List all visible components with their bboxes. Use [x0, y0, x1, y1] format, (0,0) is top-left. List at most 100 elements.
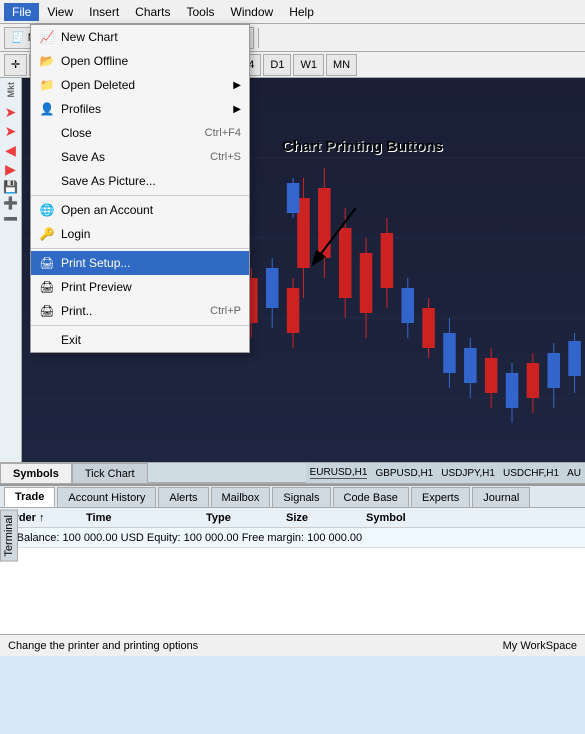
period-d1[interactable]: D1 [263, 54, 291, 76]
profiles-arrow: ▶ [233, 104, 241, 115]
tab-journal[interactable]: Journal [472, 487, 530, 507]
print-label: Print.. [61, 304, 92, 318]
profiles-icon: 👤 [39, 101, 55, 117]
print-setup-icon: 🖨 [39, 255, 55, 271]
crosshair-btn[interactable]: ✛ [4, 54, 27, 76]
status-text-left: Change the printer and printing options [8, 640, 198, 652]
menu-exit[interactable]: Exit [31, 328, 249, 352]
status-text-right: My WorkSpace [503, 640, 577, 652]
menu-save-as-picture[interactable]: Save As Picture... [31, 169, 249, 193]
open-account-icon: 🌐 [39, 202, 55, 218]
bottom-panel: Trade Account History Alerts Mailbox Sig… [0, 484, 585, 634]
arrow-right-icon2[interactable]: ➤ [5, 123, 17, 140]
plus-icon[interactable]: ➕ [3, 196, 18, 210]
open-offline-icon: 📂 [39, 53, 55, 69]
login-label: Login [61, 227, 90, 241]
separator-1 [31, 195, 249, 196]
bottom-tab-bar: Trade Account History Alerts Mailbox Sig… [0, 486, 585, 508]
terminal-label[interactable]: Terminal [0, 510, 18, 562]
menu-print-setup[interactable]: 🖨 Print Setup... [31, 251, 249, 275]
menu-tools[interactable]: Tools [179, 3, 223, 21]
save-icon[interactable]: 💾 [3, 180, 18, 194]
print-icon: 🖨 [39, 303, 55, 319]
col-symbol: Symbol [360, 512, 585, 524]
menu-insert[interactable]: Insert [81, 3, 127, 21]
menu-new-chart[interactable]: 📈 New Chart [31, 25, 249, 49]
symbol-tab-eurusd[interactable]: EURUSD,H1 [310, 467, 368, 479]
menu-help[interactable]: Help [281, 3, 322, 21]
chart-tab-bar: Symbols Tick Chart EURUSD,H1 GBPUSD,H1 U… [0, 462, 585, 484]
menu-file[interactable]: File [4, 3, 39, 21]
open-deleted-arrow: ▶ [233, 80, 241, 91]
separator-2 [31, 248, 249, 249]
tab-mailbox[interactable]: Mailbox [211, 487, 271, 507]
toolbar-separator-3 [258, 28, 259, 48]
new-chart-icon: 📈 [39, 29, 55, 45]
save-as-icon [39, 149, 55, 165]
minus-icon[interactable]: ➖ [3, 212, 18, 226]
menu-charts[interactable]: Charts [127, 3, 178, 21]
arrow-left-icon[interactable]: ◀ [5, 142, 16, 159]
tab-experts[interactable]: Experts [411, 487, 470, 507]
save-as-shortcut: Ctrl+S [210, 151, 241, 163]
new-chart-label: New Chart [61, 30, 118, 44]
menu-print[interactable]: 🖨 Print.. Ctrl+P [31, 299, 249, 323]
save-as-picture-label: Save As Picture... [61, 174, 156, 188]
left-sidebar: Mkt ➤ ➤ ◀ ▶ 💾 ➕ ➖ [0, 78, 22, 462]
period-w1[interactable]: W1 [293, 54, 324, 76]
tab-trade[interactable]: Trade [4, 487, 55, 507]
period-mn[interactable]: MN [326, 54, 357, 76]
exit-icon [39, 332, 55, 348]
save-picture-icon [39, 173, 55, 189]
balance-text: Balance: 100 000.00 USD Equity: 100 000.… [17, 532, 363, 544]
exit-label: Exit [61, 333, 81, 347]
tab-account-history[interactable]: Account History [57, 487, 156, 507]
menu-window[interactable]: Window [223, 3, 282, 21]
print-shortcut: Ctrl+P [210, 305, 241, 317]
table-header: Order ↑ Time Type Size Symbol [0, 508, 585, 528]
menu-save-as[interactable]: Save As Ctrl+S [31, 145, 249, 169]
menu-bar: File View Insert Charts Tools Window Hel… [0, 0, 585, 24]
symbol-tab-usdchf[interactable]: USDCHF,H1 [503, 468, 559, 479]
menu-open-account[interactable]: 🌐 Open an Account [31, 198, 249, 222]
menu-login[interactable]: 🔑 Login [31, 222, 249, 246]
arrow-right-icon3[interactable]: ▶ [5, 161, 16, 178]
tab-signals[interactable]: Signals [272, 487, 330, 507]
print-preview-icon: 🖨 [39, 279, 55, 295]
tab-code-base[interactable]: Code Base [333, 487, 409, 507]
close-label: Close [61, 126, 92, 140]
col-type: Type [200, 512, 280, 524]
bottom-content: Order ↑ Time Type Size Symbol ○ Balance:… [0, 508, 585, 634]
menu-print-preview[interactable]: 🖨 Print Preview [31, 275, 249, 299]
file-dropdown: 📈 New Chart 📂 Open Offline 📁 Open Delete… [30, 24, 250, 353]
login-icon: 🔑 [39, 226, 55, 242]
open-account-label: Open an Account [61, 203, 153, 217]
menu-open-offline[interactable]: 📂 Open Offline [31, 49, 249, 73]
new-order-icon: 🧾 [11, 31, 25, 44]
annotation-text: Chart Printing Buttons [282, 138, 443, 155]
chart-tab-spacer [148, 463, 306, 483]
col-size: Size [280, 512, 360, 524]
open-deleted-label: Open Deleted [61, 78, 135, 92]
tab-symbols[interactable]: Symbols [0, 463, 72, 483]
symbol-tabs: EURUSD,H1 GBPUSD,H1 USDJPY,H1 USDCHF,H1 … [306, 463, 585, 483]
col-time: Time [80, 512, 200, 524]
menu-view[interactable]: View [39, 3, 81, 21]
menu-profiles[interactable]: 👤 Profiles ▶ [31, 97, 249, 121]
menu-open-deleted[interactable]: 📁 Open Deleted ▶ [31, 73, 249, 97]
save-as-label: Save As [61, 150, 105, 164]
open-offline-label: Open Offline [61, 54, 128, 68]
symbol-tab-usdjpy[interactable]: USDJPY,H1 [441, 468, 495, 479]
status-bar: Change the printer and printing options … [0, 634, 585, 656]
profiles-label: Profiles [61, 102, 101, 116]
arrow-right-icon[interactable]: ➤ [5, 104, 17, 121]
separator-3 [31, 325, 249, 326]
symbol-tab-au[interactable]: AU [567, 468, 581, 479]
symbol-tab-gbpusd[interactable]: GBPUSD,H1 [375, 468, 433, 479]
close-icon [39, 125, 55, 141]
tab-alerts[interactable]: Alerts [158, 487, 208, 507]
tab-tick-chart[interactable]: Tick Chart [72, 463, 148, 483]
print-setup-label: Print Setup... [61, 256, 130, 270]
menu-close[interactable]: Close Ctrl+F4 [31, 121, 249, 145]
close-shortcut: Ctrl+F4 [205, 127, 241, 139]
